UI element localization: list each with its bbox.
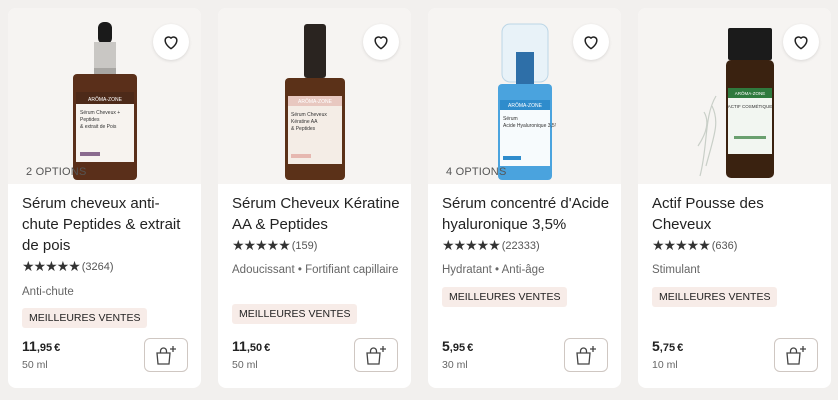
product-grid: ARÔMA-ZONE Sérum Cheveux + Peptides & ex… xyxy=(0,0,838,400)
svg-text:& Peptides: & Peptides xyxy=(291,126,316,132)
add-to-cart-button[interactable] xyxy=(564,338,608,372)
product-rating: ★★★★★ (22333) xyxy=(442,237,540,254)
star-rating-icon: ★★★★★ xyxy=(232,237,291,253)
product-size: 30 ml xyxy=(442,359,468,371)
product-price: 11,50 € xyxy=(232,338,270,354)
price-cents: ,95 xyxy=(36,342,53,354)
bestseller-badge: MEILLEURES VENTES xyxy=(652,287,778,307)
product-card[interactable]: ARÔMA-ZONE Sérum Cheveux Kératine AA & P… xyxy=(218,8,411,388)
svg-text:Sérum Cheveux +: Sérum Cheveux + xyxy=(80,110,120,116)
product-rating: ★★★★★ (3264) xyxy=(22,258,114,275)
svg-text:Peptides: Peptides xyxy=(80,117,100,123)
price-integer: 11 xyxy=(232,338,247,354)
bestseller-badge: MEILLEURES VENTES xyxy=(22,308,148,328)
product-description: Anti-chute xyxy=(22,286,74,298)
price-currency: € xyxy=(54,342,61,354)
price-currency: € xyxy=(467,342,474,354)
svg-text:Sérum Cheveux: Sérum Cheveux xyxy=(291,112,327,118)
product-title[interactable]: Sérum cheveux anti-chute Peptides & extr… xyxy=(22,193,192,256)
price-cents: ,95 xyxy=(449,342,466,354)
product-description: Hydratant • Anti-âge xyxy=(442,264,545,276)
price-integer: 5 xyxy=(652,338,660,354)
product-description: Adoucissant • Fortifiant capillaire xyxy=(232,264,399,276)
review-count: (22333) xyxy=(501,239,540,252)
heart-outline-icon xyxy=(374,36,388,50)
review-count: (3264) xyxy=(81,260,114,273)
bottle-dropper-image: ARÔMA-ZONE Sérum Cheveux + Peptides & ex… xyxy=(73,22,137,180)
svg-text:Kératine AA: Kératine AA xyxy=(291,119,318,125)
price-cents: ,50 xyxy=(246,342,263,354)
options-count: 4 OPTIONS xyxy=(446,166,507,178)
product-title[interactable]: Sérum concentré d'Acide hyaluronique 3,5… xyxy=(442,193,612,235)
price-integer: 5 xyxy=(442,338,450,354)
favorite-button[interactable] xyxy=(363,24,399,60)
product-price: 11,95 € xyxy=(22,338,60,354)
star-rating-icon: ★★★★★ xyxy=(442,237,501,253)
review-count: (636) xyxy=(711,239,738,252)
product-card[interactable]: ARÔMA-ZONE Sérum Acide Hyaluronique 3,5%… xyxy=(428,8,621,388)
bestseller-badge: MEILLEURES VENTES xyxy=(232,304,358,324)
bottle-brand: ARÔMA-ZONE xyxy=(508,102,543,109)
favorite-button[interactable] xyxy=(153,24,189,60)
product-rating: ★★★★★ (636) xyxy=(652,237,737,254)
svg-text:& extrait de Pois: & extrait de Pois xyxy=(80,124,117,130)
bestseller-badge: MEILLEURES VENTES xyxy=(442,287,568,307)
product-rating: ★★★★★ (159) xyxy=(232,237,317,254)
product-description: Stimulant xyxy=(652,264,700,276)
favorite-button[interactable] xyxy=(573,24,609,60)
bag-plus-icon xyxy=(576,346,596,365)
heart-outline-icon xyxy=(164,36,178,50)
bag-plus-icon xyxy=(366,346,386,365)
bottle-spray-image: ARÔMA-ZONE Sérum Acide Hyaluronique 3,5% xyxy=(498,23,556,180)
bag-plus-icon xyxy=(786,346,806,365)
options-count: 2 OPTIONS xyxy=(26,166,87,178)
bottle-brand: ARÔMA-ZONE xyxy=(88,96,123,103)
favorite-button[interactable] xyxy=(783,24,819,60)
heart-outline-icon xyxy=(584,36,598,50)
add-to-cart-button[interactable] xyxy=(354,338,398,372)
product-title[interactable]: Actif Pousse des Cheveux xyxy=(652,193,822,235)
price-integer: 11 xyxy=(22,338,37,354)
price-currency: € xyxy=(264,342,271,354)
product-price: 5,95 € xyxy=(442,338,473,354)
review-count: (159) xyxy=(291,239,318,252)
product-price: 5,75 € xyxy=(652,338,683,354)
bottle-vial-image: ARÔMA-ZONE ACTIF COSMÉTIQUE xyxy=(697,28,774,178)
heart-outline-icon xyxy=(794,36,808,50)
svg-text:Acide Hyaluronique 3,5%: Acide Hyaluronique 3,5% xyxy=(503,123,556,129)
product-card[interactable]: ARÔMA-ZONE Sérum Cheveux + Peptides & ex… xyxy=(8,8,201,388)
svg-text:Sérum: Sérum xyxy=(503,116,518,122)
price-currency: € xyxy=(677,342,684,354)
product-title[interactable]: Sérum Cheveux Kératine AA & Peptides xyxy=(232,193,402,235)
price-cents: ,75 xyxy=(659,342,676,354)
star-rating-icon: ★★★★★ xyxy=(652,237,711,253)
bag-plus-icon xyxy=(156,346,176,365)
product-card[interactable]: ARÔMA-ZONE ACTIF COSMÉTIQUE Actif Pousse… xyxy=(638,8,831,388)
add-to-cart-button[interactable] xyxy=(144,338,188,372)
product-size: 50 ml xyxy=(22,359,48,371)
product-size: 50 ml xyxy=(232,359,258,371)
bottle-name: ACTIF COSMÉTIQUE xyxy=(728,103,773,109)
product-size: 10 ml xyxy=(652,359,678,371)
bottle-brand: ARÔMA-ZONE xyxy=(735,90,766,96)
star-rating-icon: ★★★★★ xyxy=(22,258,81,274)
bottle-pump-image: ARÔMA-ZONE Sérum Cheveux Kératine AA & P… xyxy=(285,24,345,180)
add-to-cart-button[interactable] xyxy=(774,338,818,372)
bottle-brand: ARÔMA-ZONE xyxy=(298,98,333,105)
